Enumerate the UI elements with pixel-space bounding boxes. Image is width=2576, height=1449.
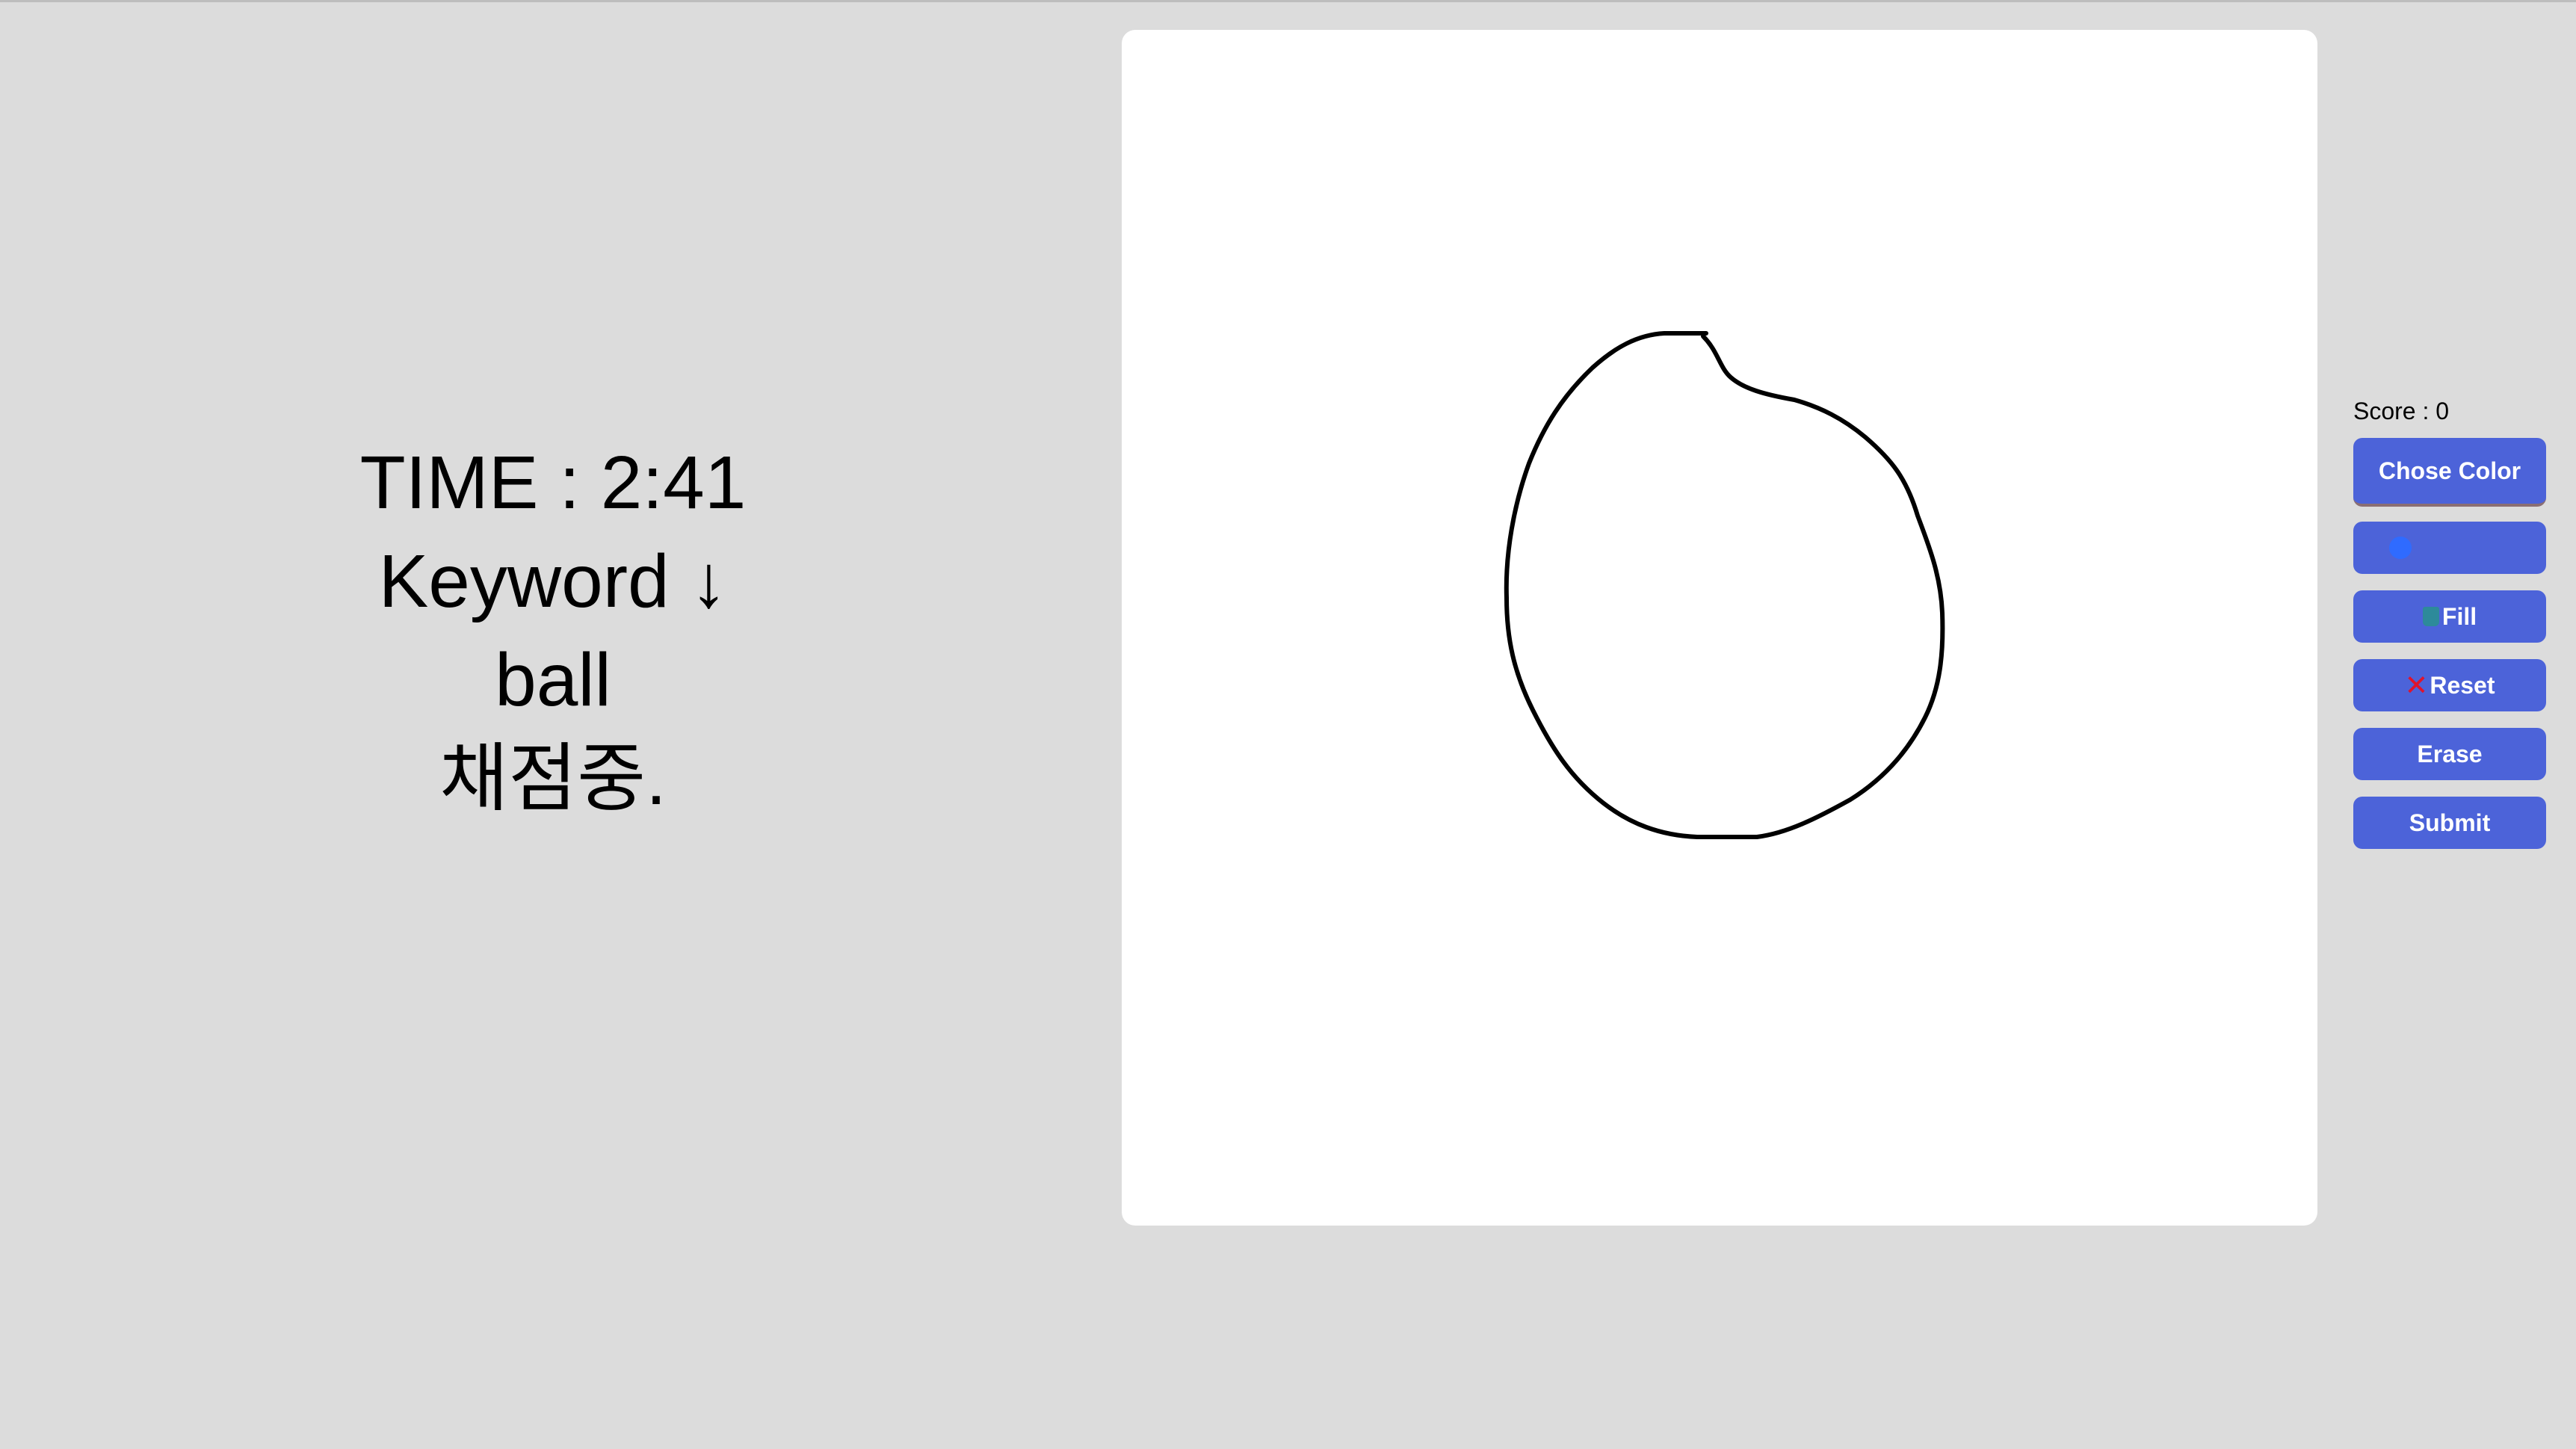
close-icon: ✕: [2404, 670, 2429, 702]
submit-label: Submit: [2409, 809, 2491, 836]
tool-panel: Score : 0 Chose Color Fill ✕ Reset Erase…: [2353, 395, 2546, 865]
erase-label: Erase: [2417, 740, 2483, 767]
reset-label: Reset: [2430, 671, 2495, 699]
color-picker-button[interactable]: [2353, 522, 2546, 574]
paint-bucket-icon: [2422, 607, 2439, 626]
timer-text: TIME : 2:41: [359, 441, 747, 525]
reset-button[interactable]: ✕ Reset: [2353, 659, 2546, 711]
game-info: TIME : 2:41 Keyword ↓ ball 채점중.: [0, 433, 1106, 828]
drawn-circle-stroke: [1504, 331, 1945, 839]
drawing-canvas[interactable]: [1122, 30, 2317, 1226]
game-info-panel: TIME : 2:41 Keyword ↓ ball 채점중.: [0, 0, 1106, 1449]
submit-button[interactable]: Submit: [2353, 797, 2546, 849]
keyword-text: ball: [495, 638, 611, 722]
selected-color-swatch: [2389, 537, 2412, 559]
keyword-label: Keyword ↓: [378, 540, 728, 623]
choose-color-button[interactable]: Chose Color: [2353, 438, 2546, 507]
fill-label: Fill: [2441, 602, 2477, 630]
choose-color-label: Chose Color: [2378, 457, 2521, 484]
grading-status: 채점중.: [439, 737, 667, 821]
erase-button[interactable]: Erase: [2353, 728, 2546, 780]
fill-button[interactable]: Fill: [2353, 590, 2546, 643]
drawing-layer: [1504, 331, 1945, 839]
score-display: Score : 0: [2353, 398, 2450, 424]
